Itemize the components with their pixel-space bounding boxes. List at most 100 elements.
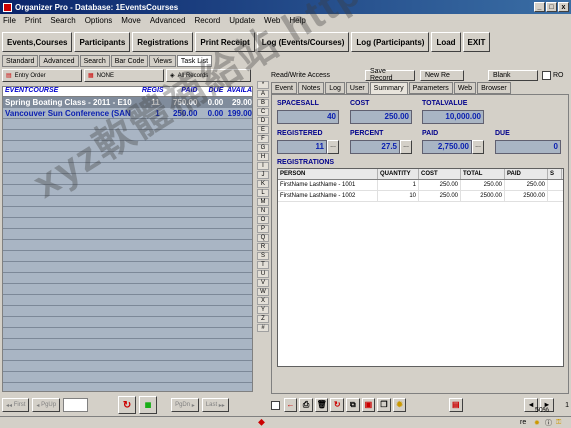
paid-lookup-button[interactable]: ...	[472, 140, 484, 154]
alpha-i[interactable]: I	[257, 162, 269, 170]
alpha-v[interactable]: V	[257, 279, 269, 287]
alpha-x[interactable]: X	[257, 297, 269, 305]
registered-lookup-button[interactable]: ...	[327, 140, 339, 154]
alpha-z[interactable]: Z	[257, 315, 269, 323]
tab-event[interactable]: Event	[271, 82, 297, 94]
alpha-w[interactable]: W	[257, 288, 269, 296]
alpha-j[interactable]: J	[257, 171, 269, 179]
new-record-button[interactable]: New Re	[420, 69, 464, 81]
alpha-d[interactable]: D	[257, 117, 269, 125]
exit-button[interactable]: EXIT	[462, 32, 491, 52]
tab-search[interactable]: Search	[79, 55, 110, 67]
alpha-o[interactable]: O	[257, 216, 269, 224]
tab-log[interactable]: Log	[325, 82, 345, 94]
alpha-q[interactable]: Q	[257, 234, 269, 242]
select-checkbox[interactable]	[271, 400, 280, 410]
events-courses-button[interactable]: Events,Courses	[2, 32, 73, 52]
arrow-left-icon[interactable]: ←	[283, 398, 298, 412]
tab-notes[interactable]: Notes	[297, 82, 325, 94]
paste-icon[interactable]: ▣	[361, 398, 376, 412]
menu-file[interactable]: File	[3, 16, 16, 25]
col-due[interactable]: DUE	[197, 87, 223, 96]
pgdn-button[interactable]: PgDn ▸	[171, 398, 199, 412]
alpha-h[interactable]: H	[257, 153, 269, 161]
table-row[interactable]: FirstName LastName - 1001 1 250.00 250.0…	[278, 180, 563, 191]
paid-field[interactable]: 2,750.00	[422, 140, 472, 154]
alpha-e[interactable]: E	[257, 126, 269, 134]
alpha-b[interactable]: B	[257, 99, 269, 107]
col-quantity[interactable]: QUANTITY	[378, 169, 419, 179]
alpha-r[interactable]: R	[257, 243, 269, 251]
menu-search[interactable]: Search	[50, 16, 75, 25]
tab-bar-code[interactable]: Bar Code	[110, 55, 149, 67]
menu-help[interactable]: Help	[289, 16, 305, 25]
tab-parameters[interactable]: Parameters	[408, 82, 453, 94]
col-reg-paid[interactable]: PAID	[505, 169, 548, 179]
col-eventcourse[interactable]: EVENTCOURSE	[3, 87, 142, 96]
alpha-n[interactable]: N	[257, 207, 269, 215]
col-scroll[interactable]: S	[548, 169, 562, 179]
log-participants-button[interactable]: Log (Participants)	[351, 32, 430, 52]
refresh-icon[interactable]: ↻	[118, 396, 137, 414]
alpha-f[interactable]: F	[257, 135, 269, 143]
registered-field[interactable]: 11	[277, 140, 327, 154]
alpha-s[interactable]: S	[257, 252, 269, 260]
close-button[interactable]: x	[558, 2, 569, 12]
tab-standard[interactable]: Standard	[2, 55, 39, 67]
alpha-y[interactable]: Y	[257, 306, 269, 314]
report-icon[interactable]: ▤	[448, 398, 463, 412]
pgup-button[interactable]: ◂ PgUp	[32, 398, 61, 412]
sort-order-button[interactable]: ▤ Entry Order	[2, 69, 82, 82]
print-icon[interactable]: ⎙	[299, 398, 313, 412]
save-record-button[interactable]: Save Record	[365, 68, 415, 82]
spacesall-field[interactable]: 40	[277, 110, 339, 124]
copy-icon[interactable]: ⧉	[346, 398, 360, 412]
alpha-l[interactable]: L	[257, 189, 269, 197]
duplicate-icon[interactable]: ❐	[377, 398, 391, 412]
goto-record-input[interactable]	[63, 398, 89, 412]
menu-advanced[interactable]: Advanced	[150, 16, 186, 25]
palette-icon[interactable]: ▦	[139, 396, 158, 414]
alpha-g[interactable]: G	[257, 144, 269, 152]
menu-web[interactable]: Web	[264, 16, 280, 25]
alpha-c[interactable]: C	[257, 108, 269, 116]
records-button[interactable]: ◈ All Records	[166, 69, 251, 82]
due-field[interactable]: 0	[495, 140, 561, 154]
percent-field[interactable]: 27.5	[350, 140, 400, 154]
alpha-hash[interactable]: #	[257, 324, 269, 332]
menu-record[interactable]: Record	[194, 16, 220, 25]
alpha-a[interactable]: A	[257, 90, 269, 98]
minimize-button[interactable]: _	[534, 2, 545, 12]
tab-web[interactable]: Web	[453, 82, 477, 94]
print-receipt-button[interactable]: Print Receipt	[195, 32, 255, 52]
alpha-t[interactable]: T	[257, 261, 269, 269]
registrations-table[interactable]: PERSON QUANTITY COST TOTAL PAID S FirstN…	[277, 168, 564, 367]
list-item[interactable]: Spring Boating Class - 2011 - E10 11 750…	[3, 97, 252, 108]
load-button[interactable]: Load	[431, 32, 461, 52]
bulb-icon[interactable]: ✹	[392, 398, 407, 412]
tab-browser[interactable]: Browser	[477, 82, 511, 94]
alpha-u[interactable]: U	[257, 270, 269, 278]
maximize-button[interactable]: □	[546, 2, 557, 12]
alpha-star[interactable]: *	[257, 81, 269, 89]
tab-user[interactable]: User	[345, 82, 369, 94]
col-regis[interactable]: REGIS	[142, 87, 164, 96]
menu-update[interactable]: Update	[229, 16, 255, 25]
totalvalue-field[interactable]: 10,000.00	[422, 110, 484, 124]
list-item[interactable]: Vancouver Sun Conference (SAN 1 250.00 0…	[3, 108, 252, 119]
col-person[interactable]: PERSON	[278, 169, 378, 179]
alpha-p[interactable]: P	[257, 225, 269, 233]
last-button[interactable]: Last ▸▸	[201, 398, 229, 412]
col-total[interactable]: TOTAL	[461, 169, 505, 179]
tab-summary[interactable]: Summary	[369, 82, 408, 94]
tab-advanced[interactable]: Advanced	[39, 55, 79, 67]
col-paid[interactable]: PAID	[160, 87, 197, 96]
cost-field[interactable]: 250.00	[350, 110, 412, 124]
participants-button[interactable]: Participants	[74, 32, 131, 52]
refresh-record-icon[interactable]: ↻	[330, 398, 345, 412]
alpha-k[interactable]: K	[257, 180, 269, 188]
trash-icon[interactable]: 🗑	[314, 398, 329, 412]
menu-options[interactable]: Options	[85, 16, 113, 25]
filter-button[interactable]: ▦ NONE	[84, 69, 164, 82]
ro-checkbox[interactable]	[542, 70, 551, 80]
